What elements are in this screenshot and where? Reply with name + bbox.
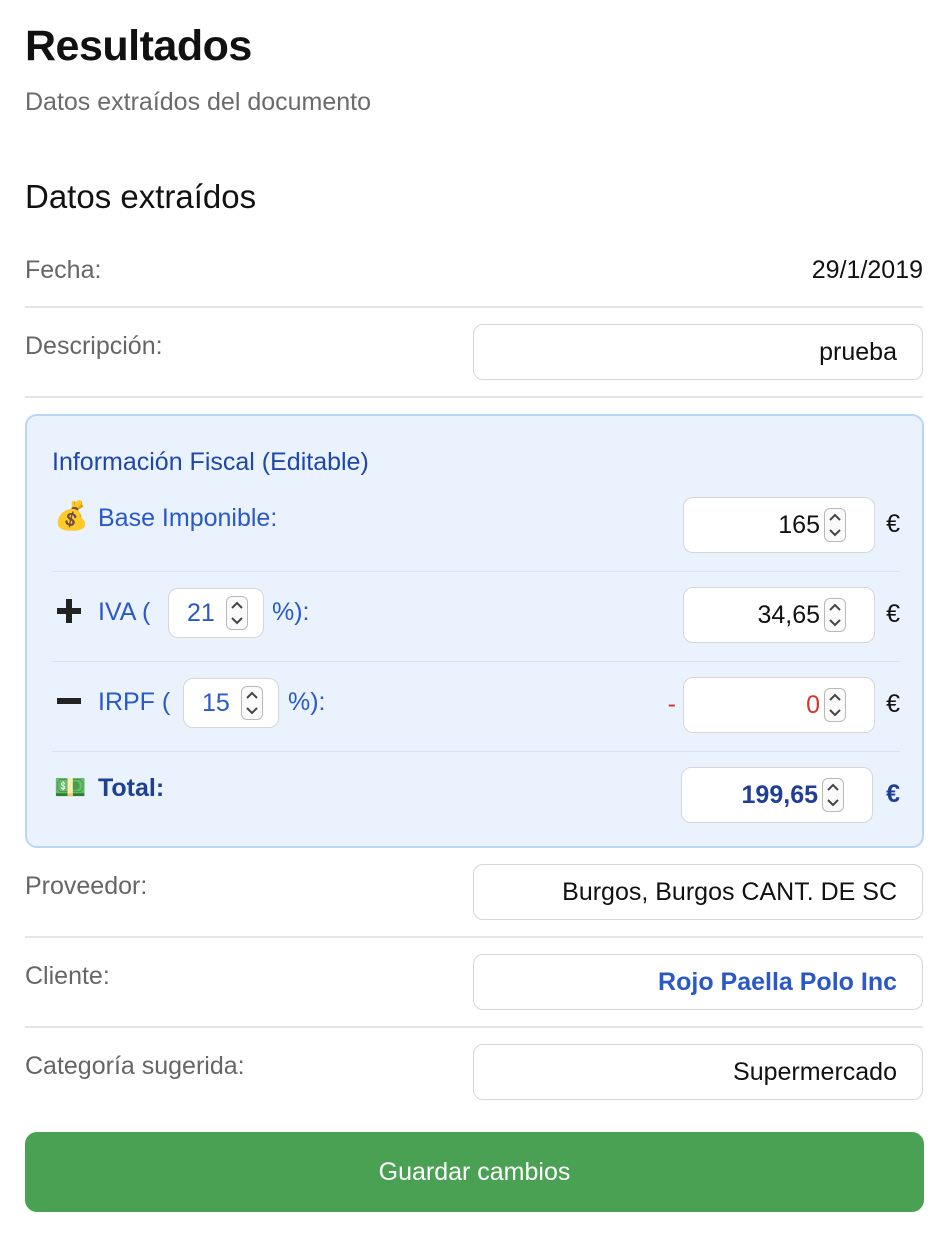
proveedor-row: Proveedor: <box>25 848 923 938</box>
categoria-input[interactable] <box>473 1044 923 1100</box>
base-imponible-stepper[interactable] <box>824 508 846 542</box>
chevron-up-icon <box>829 513 841 521</box>
proveedor-label: Proveedor: <box>25 872 148 900</box>
fecha-label: Fecha: <box>25 256 102 284</box>
chevron-down-icon <box>231 617 243 625</box>
irpf-rate-value: 15 <box>202 689 230 717</box>
iva-amount-value: 34,65 <box>757 601 820 629</box>
base-imponible-label: Base Imponible: <box>98 504 278 532</box>
chevron-up-icon <box>829 693 841 701</box>
iva-label-prefix: IVA ( <box>98 598 151 626</box>
irpf-label-suffix: %): <box>288 688 326 716</box>
cliente-label: Cliente: <box>25 962 110 990</box>
iva-row: IVA ( 21 %): 34,65 € <box>52 572 900 662</box>
iva-rate-stepper[interactable] <box>226 596 248 630</box>
irpf-negative-sign: - <box>667 690 676 718</box>
descripcion-input[interactable] <box>473 324 923 380</box>
iva-label-suffix: %): <box>272 598 310 626</box>
fecha-row: Fecha: 29/1/2019 <box>25 240 923 308</box>
base-imponible-value: 165 <box>778 511 820 539</box>
irpf-rate-stepper[interactable] <box>241 686 263 720</box>
total-label: Total: <box>98 774 165 802</box>
chevron-up-icon <box>231 601 243 609</box>
chevron-down-icon <box>246 707 258 715</box>
categoria-label: Categoría sugerida: <box>25 1052 245 1080</box>
fiscal-info-panel: Información Fiscal (Editable) 💰 Base Imp… <box>25 414 924 848</box>
base-imponible-input[interactable]: 165 <box>683 497 875 553</box>
dollar-banknote-icon: 💵 <box>54 772 87 802</box>
proveedor-input[interactable] <box>473 864 923 920</box>
money-bag-icon: 💰 <box>54 500 89 531</box>
irpf-currency: € <box>886 690 900 718</box>
irpf-amount-input[interactable]: 0 <box>683 677 875 733</box>
descripcion-row: Descripción: <box>25 308 923 398</box>
base-imponible-row: 💰 Base Imponible: 165 € <box>52 482 900 572</box>
cliente-row: Cliente: <box>25 938 923 1028</box>
chevron-down-icon <box>829 619 841 627</box>
plus-icon <box>56 598 82 629</box>
irpf-rate-input[interactable]: 15 <box>183 678 279 728</box>
total-input[interactable]: 199,65 <box>681 767 873 823</box>
total-row: 💵 Total: 199,65 € <box>52 752 900 842</box>
irpf-amount-stepper[interactable] <box>824 688 846 722</box>
irpf-amount-value: 0 <box>806 691 820 719</box>
fiscal-info-title: Información Fiscal (Editable) <box>52 448 369 476</box>
page-title: Resultados <box>25 22 252 70</box>
save-button[interactable]: Guardar cambios <box>25 1132 924 1212</box>
chevron-up-icon <box>827 783 839 791</box>
chevron-down-icon <box>827 799 839 807</box>
chevron-down-icon <box>829 529 841 537</box>
fecha-value: 29/1/2019 <box>811 256 923 284</box>
categoria-row: Categoría sugerida: <box>25 1028 923 1110</box>
total-stepper[interactable] <box>822 778 844 812</box>
chevron-down-icon <box>829 709 841 717</box>
irpf-label-prefix: IRPF ( <box>98 688 171 716</box>
base-imponible-currency: € <box>886 510 900 538</box>
iva-currency: € <box>886 600 900 628</box>
descripcion-label: Descripción: <box>25 332 163 360</box>
minus-icon <box>56 688 82 719</box>
iva-amount-stepper[interactable] <box>824 598 846 632</box>
chevron-up-icon <box>246 691 258 699</box>
iva-rate-value: 21 <box>187 599 215 627</box>
irpf-row: IRPF ( 15 %): - 0 € <box>52 662 900 752</box>
cliente-input[interactable] <box>473 954 923 1010</box>
iva-amount-input[interactable]: 34,65 <box>683 587 875 643</box>
chevron-up-icon <box>829 603 841 611</box>
page-subtitle: Datos extraídos del documento <box>25 88 372 116</box>
total-value: 199,65 <box>741 781 818 809</box>
iva-rate-input[interactable]: 21 <box>168 588 264 638</box>
total-currency: € <box>886 780 900 808</box>
section-title: Datos extraídos <box>25 178 257 215</box>
